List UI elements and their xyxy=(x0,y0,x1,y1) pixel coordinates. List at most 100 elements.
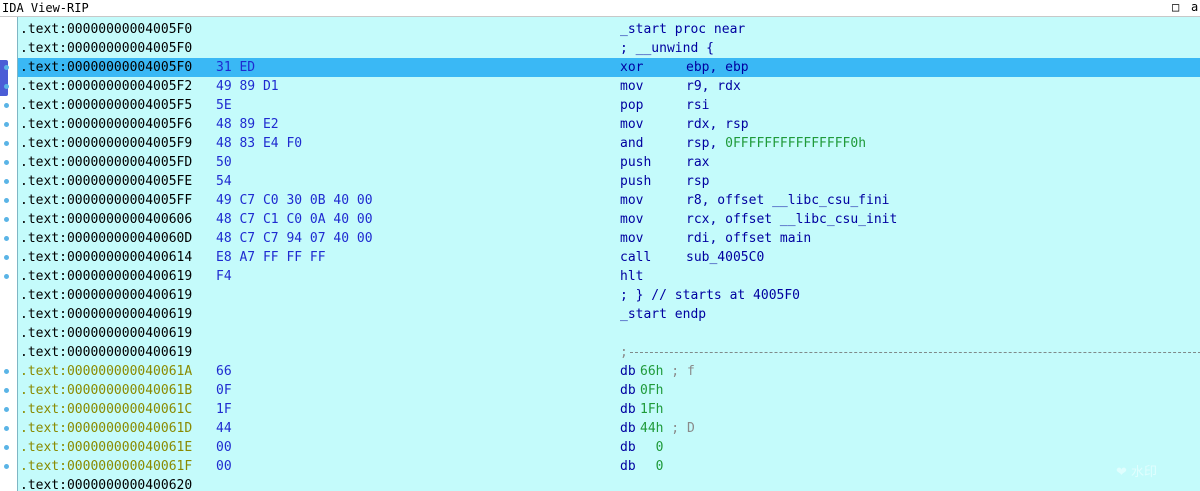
breakpoint-dot-icon[interactable] xyxy=(4,160,9,165)
mnemonic[interactable]: push xyxy=(620,153,651,172)
disasm-row[interactable]: .text:0000000000400619 _start endp xyxy=(18,305,1200,324)
operands[interactable]: rsi xyxy=(686,96,709,115)
address[interactable]: .text:0000000000400619 xyxy=(20,324,192,343)
breakpoint-gutter[interactable] xyxy=(0,17,17,491)
label-text[interactable]: _start proc near xyxy=(620,20,745,39)
operands[interactable]: rsp, 0FFFFFFFFFFFFFFF0h xyxy=(686,134,866,153)
mnemonic[interactable]: call xyxy=(620,248,651,267)
disasm-row[interactable]: .text:0000000000400619 xyxy=(18,324,1200,343)
disasm-row[interactable]: .text:00000000004005F0 ; __unwind { xyxy=(18,39,1200,58)
label-text[interactable]: _start endp xyxy=(620,305,706,324)
mnemonic[interactable]: db xyxy=(620,381,636,400)
mnemonic[interactable]: db xyxy=(620,457,636,476)
breakpoint-dot-icon[interactable] xyxy=(4,179,9,184)
address[interactable]: .text:000000000040061C xyxy=(20,400,192,419)
mnemonic[interactable]: db xyxy=(620,419,636,438)
breakpoint-dot-icon[interactable] xyxy=(4,198,9,203)
operands[interactable]: rdi, offset main xyxy=(686,229,811,248)
address[interactable]: .text:00000000004005FF xyxy=(20,191,192,210)
restore-icon[interactable]: □ xyxy=(1172,0,1179,14)
address[interactable]: .text:00000000004005F0 xyxy=(20,39,192,58)
address[interactable]: .text:00000000004005FD xyxy=(20,153,192,172)
disasm-row[interactable]: .text:00000000004005F0 31 ED xor ebp, ebp xyxy=(18,58,1200,77)
operands[interactable]: 44h ; D xyxy=(640,419,695,438)
breakpoint-dot-icon[interactable] xyxy=(4,236,9,241)
disasm-row[interactable]: .text:000000000040061A 66 db 66h ; f xyxy=(18,362,1200,381)
breakpoint-dot-icon[interactable] xyxy=(4,426,9,431)
breakpoint-dot-icon[interactable] xyxy=(4,84,9,89)
extra-icon[interactable]: a xyxy=(1191,0,1198,14)
address[interactable]: .text:000000000040061D xyxy=(20,419,192,438)
mnemonic[interactable]: mov xyxy=(620,77,643,96)
mnemonic[interactable]: hlt xyxy=(620,267,643,286)
address[interactable]: .text:00000000004005F5 xyxy=(20,96,192,115)
operands[interactable]: 0 xyxy=(640,457,664,476)
label-text[interactable]: ; __unwind { xyxy=(620,39,714,58)
disasm-row[interactable]: .text:000000000040061F 00 db 0 xyxy=(18,457,1200,476)
breakpoint-dot-icon[interactable] xyxy=(4,217,9,222)
mnemonic[interactable]: mov xyxy=(620,210,643,229)
mnemonic[interactable]: and xyxy=(620,134,643,153)
address[interactable]: .text:00000000004005F0 xyxy=(20,58,192,77)
disassembly-view[interactable]: .text:00000000004005F0 _start proc near .t… xyxy=(17,17,1200,491)
address[interactable]: .text:00000000004005F9 xyxy=(20,134,192,153)
operands[interactable]: sub_4005C0 xyxy=(686,248,764,267)
address[interactable]: .text:000000000040060D xyxy=(20,229,192,248)
mnemonic[interactable]: push xyxy=(620,172,651,191)
address[interactable]: .text:0000000000400619 xyxy=(20,267,192,286)
disasm-row[interactable]: .text:00000000004005F0 _start proc near xyxy=(18,20,1200,39)
mnemonic[interactable]: mov xyxy=(620,191,643,210)
address[interactable]: .text:0000000000400619 xyxy=(20,343,192,362)
mnemonic[interactable]: xor xyxy=(620,58,643,77)
operands[interactable]: r8, offset __libc_csu_fini xyxy=(686,191,890,210)
disasm-row[interactable]: .text:00000000004005F5 5E pop rsi xyxy=(18,96,1200,115)
disasm-row[interactable]: .text:000000000040061B 0F db 0Fh xyxy=(18,381,1200,400)
address[interactable]: .text:00000000004005FE xyxy=(20,172,192,191)
breakpoint-dot-icon[interactable] xyxy=(4,122,9,127)
disasm-row[interactable]: .text:000000000040061E 00 db 0 xyxy=(18,438,1200,457)
disasm-row[interactable]: .text:000000000040061D 44 db 44h ; D xyxy=(18,419,1200,438)
breakpoint-dot-icon[interactable] xyxy=(4,103,9,108)
address[interactable]: .text:0000000000400619 xyxy=(20,305,192,324)
address[interactable]: .text:0000000000400606 xyxy=(20,210,192,229)
disasm-row[interactable]: .text:00000000004005F6 48 89 E2 mov rdx, rs… xyxy=(18,115,1200,134)
breakpoint-dot-icon[interactable] xyxy=(4,445,9,450)
disasm-row[interactable]: .text:00000000004005FE 54 push rsp xyxy=(18,172,1200,191)
address[interactable]: .text:00000000004005F2 xyxy=(20,77,192,96)
mnemonic[interactable]: db xyxy=(620,438,636,457)
disasm-row[interactable]: .text:0000000000400619 F4 hlt xyxy=(18,267,1200,286)
operands[interactable]: rsp xyxy=(686,172,709,191)
operands[interactable]: rax xyxy=(686,153,709,172)
operands[interactable]: 0 xyxy=(640,438,664,457)
breakpoint-dot-icon[interactable] xyxy=(4,388,9,393)
mnemonic[interactable]: mov xyxy=(620,229,643,248)
breakpoint-dot-icon[interactable] xyxy=(4,65,9,70)
disasm-row[interactable]: .text:000000000040060D 48 C7 C7 94 07 40 … xyxy=(18,229,1200,248)
breakpoint-dot-icon[interactable] xyxy=(4,141,9,146)
address[interactable]: .text:000000000040061E xyxy=(20,438,192,457)
disasm-row[interactable]: .text:00000000004005F2 49 89 D1 mov r9, rdx xyxy=(18,77,1200,96)
disasm-row[interactable]: .text:0000000000400619; xyxy=(18,343,1200,362)
breakpoint-dot-icon[interactable] xyxy=(4,255,9,260)
disasm-row[interactable]: .text:00000000004005FF 49 C7 C0 30 0B 40 … xyxy=(18,191,1200,210)
address[interactable]: .text:0000000000400620 xyxy=(20,476,192,491)
address[interactable]: .text:000000000040061A xyxy=(20,362,192,381)
mnemonic[interactable]: pop xyxy=(620,96,643,115)
address[interactable]: .text:000000000040061B xyxy=(20,381,192,400)
operands[interactable]: rdx, rsp xyxy=(686,115,749,134)
disasm-row[interactable]: .text:0000000000400614 E8 A7 FF FF FF call… xyxy=(18,248,1200,267)
mnemonic[interactable]: db xyxy=(620,400,636,419)
operands[interactable]: 1Fh xyxy=(640,400,663,419)
label-text[interactable]: ; } // starts at 4005F0 xyxy=(620,286,800,305)
address[interactable]: .text:0000000000400614 xyxy=(20,248,192,267)
breakpoint-dot-icon[interactable] xyxy=(4,274,9,279)
operands[interactable]: r9, rdx xyxy=(686,77,741,96)
operands[interactable]: 0Fh xyxy=(640,381,663,400)
breakpoint-dot-icon[interactable] xyxy=(4,407,9,412)
address[interactable]: .text:000000000040061F xyxy=(20,457,192,476)
mnemonic[interactable]: db xyxy=(620,362,636,381)
address[interactable]: .text:00000000004005F6 xyxy=(20,115,192,134)
operands[interactable]: ebp, ebp xyxy=(686,58,749,77)
address[interactable]: .text:00000000004005F0 xyxy=(20,20,192,39)
mnemonic[interactable]: mov xyxy=(620,115,643,134)
